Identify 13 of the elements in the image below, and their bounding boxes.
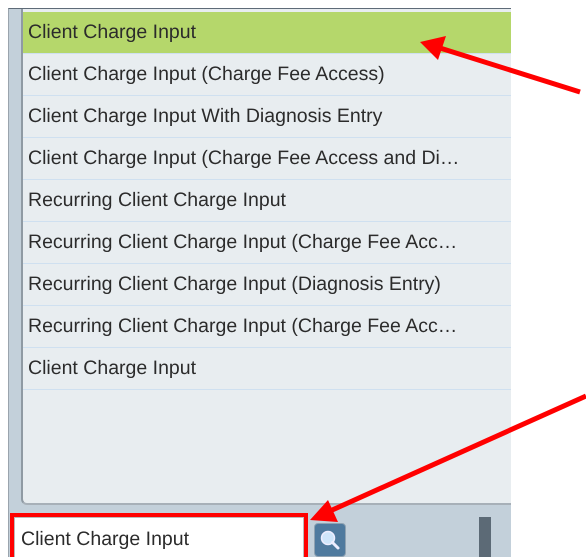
list-item[interactable]: Recurring Client Charge Input (Charge Fee Acc… [23,306,511,348]
list-item[interactable]: Recurring Client Charge Input (Charge Fee Acc… [23,222,511,264]
splitter-handle[interactable] [479,517,491,557]
search-field[interactable]: Client Charge Input [14,517,304,557]
search-icon [319,529,341,551]
list-item[interactable]: Client Charge Input [23,12,511,54]
list-item[interactable]: Client Charge Input (Charge Fee Access and Di… [23,138,511,180]
search-button[interactable] [314,523,346,557]
list-item[interactable]: Recurring Client Charge Input [23,180,511,222]
list-item[interactable]: Client Charge Input With Diagnosis Entry [23,96,511,138]
list-item[interactable]: Recurring Client Charge Input (Diagnosis Entry) [23,264,511,306]
list-item[interactable]: Client Charge Input (Charge Fee Access) [23,54,511,96]
list-item[interactable]: Client Charge Input [23,348,511,390]
